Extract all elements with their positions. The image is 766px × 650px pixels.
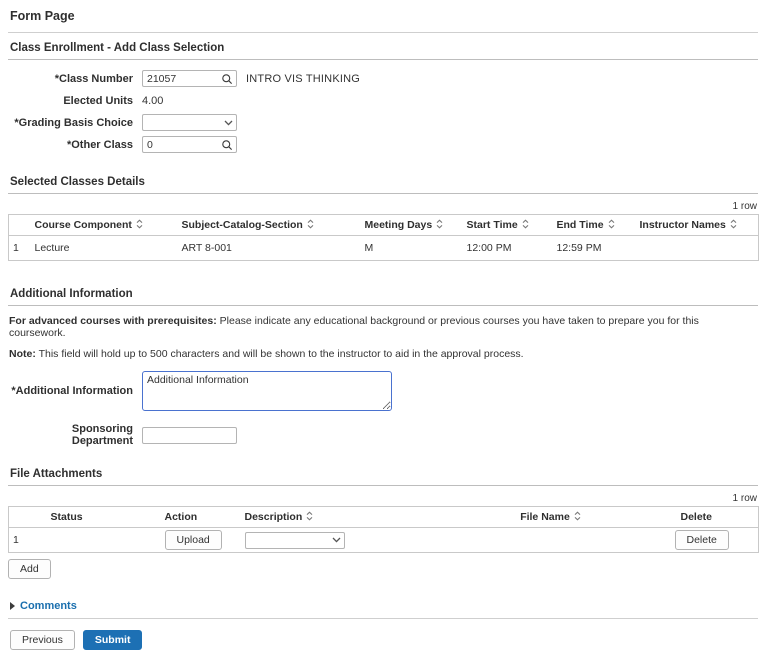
table-row: 1 Lecture ART 8-001 M 12:00 PM 12:59 PM — [8, 235, 759, 261]
file-attachments-header-row: Status Action Description File Name Dele… — [8, 506, 759, 528]
elected-units-value: 4.00 — [142, 94, 164, 107]
row-number: 1 — [8, 235, 31, 261]
footer-actions: Previous Submit — [8, 630, 758, 650]
start-time-cell: 12:00 PM — [462, 235, 553, 261]
start-time-header[interactable]: Start Time — [462, 214, 553, 236]
sponsoring-department-row: Sponsoring Department — [8, 423, 758, 447]
elected-units-label: Elected Units — [63, 94, 133, 107]
row-number-header — [8, 506, 31, 528]
sponsoring-department-label: Sponsoring Department — [71, 423, 133, 447]
sort-icon — [608, 218, 615, 232]
subject-catalog-section-cell: ART 8-001 — [177, 235, 361, 261]
meeting-days-cell: M — [360, 235, 463, 261]
sort-icon — [306, 510, 313, 524]
other-class-row: *Other Class — [8, 136, 758, 153]
course-component-header[interactable]: Course Component — [30, 214, 178, 236]
row-number: 1 — [8, 527, 31, 553]
section-additional-info-title: Additional Information — [8, 288, 758, 306]
sort-icon — [730, 218, 737, 232]
description-header[interactable]: Description — [240, 506, 431, 528]
enrollment-form: *Class Number INTRO VIS THINKING Elected… — [8, 70, 758, 153]
class-number-row: *Class Number INTRO VIS THINKING — [8, 70, 758, 87]
delete-button[interactable]: Delete — [674, 530, 729, 550]
elected-units-row: Elected Units 4.00 — [8, 92, 758, 109]
description-cell — [240, 527, 431, 553]
action-cell: Upload — [160, 527, 241, 553]
file-attachments-row-count: 1 row — [732, 493, 757, 504]
additional-info-row: *Additional Information Additional Infor… — [8, 371, 758, 411]
selected-classes-header-row: Course Component Subject-Catalog-Section… — [8, 214, 759, 236]
file-name-header[interactable]: File Name — [430, 506, 671, 528]
prerequisites-note: For advanced courses with prerequisites:… — [9, 315, 699, 339]
sort-icon — [307, 218, 314, 232]
instructor-names-cell — [635, 235, 759, 261]
end-time-header[interactable]: End Time — [552, 214, 636, 236]
sort-icon — [136, 218, 143, 232]
section-class-enrollment-title: Class Enrollment - Add Class Selection — [8, 42, 758, 60]
row-number-header — [8, 214, 31, 236]
submit-button[interactable]: Submit — [82, 630, 143, 650]
sort-icon — [522, 218, 529, 232]
comments-label: Comments — [20, 600, 77, 612]
action-header: Action — [160, 506, 241, 528]
table-row: 1 Upload Delete — [8, 527, 759, 553]
grading-basis-label: *Grading Basis Choice — [14, 116, 133, 129]
delete-header: Delete — [670, 506, 759, 528]
characters-note: Note: This field will hold up to 500 cha… — [9, 348, 524, 360]
other-class-label: *Other Class — [66, 138, 133, 151]
sort-icon — [436, 218, 443, 232]
instructor-names-header[interactable]: Instructor Names — [635, 214, 759, 236]
upload-button[interactable]: Upload — [164, 530, 222, 550]
grading-basis-select[interactable] — [142, 114, 237, 131]
class-number-label: *Class Number — [54, 72, 133, 85]
course-component-cell: Lecture — [30, 235, 178, 261]
status-header: Status — [30, 506, 161, 528]
meeting-days-header[interactable]: Meeting Days — [360, 214, 463, 236]
additional-info-textarea[interactable]: Additional Information — [142, 371, 392, 411]
form-page: Form Page Class Enrollment - Add Class S… — [0, 0, 766, 650]
delete-cell: Delete — [670, 527, 759, 553]
additional-info-label: *Additional Information — [11, 385, 133, 397]
previous-button[interactable]: Previous — [10, 630, 75, 650]
class-number-search-icon[interactable] — [221, 73, 233, 85]
selected-classes-table: Course Component Subject-Catalog-Section… — [8, 214, 759, 261]
sort-icon — [574, 510, 581, 524]
selected-classes-row-count: 1 row — [732, 201, 757, 212]
add-button[interactable]: Add — [8, 559, 51, 579]
grading-basis-row: *Grading Basis Choice — [8, 114, 758, 131]
subject-catalog-section-header[interactable]: Subject-Catalog-Section — [177, 214, 361, 236]
expand-arrow-icon — [10, 602, 15, 610]
description-select[interactable] — [244, 531, 345, 549]
page-title: Form Page — [8, 7, 758, 33]
file-attachments-table: Status Action Description File Name Dele… — [8, 506, 759, 553]
status-cell — [30, 527, 161, 553]
class-number-description: INTRO VIS THINKING — [246, 72, 361, 85]
section-file-attachments-title: File Attachments — [8, 468, 758, 486]
file-name-cell — [430, 527, 671, 553]
other-class-search-icon[interactable] — [221, 139, 233, 151]
sponsoring-department-input[interactable] — [142, 426, 237, 444]
end-time-cell: 12:59 PM — [552, 235, 636, 261]
comments-expander[interactable]: Comments — [8, 600, 758, 619]
section-selected-classes-title: Selected Classes Details — [8, 176, 758, 194]
